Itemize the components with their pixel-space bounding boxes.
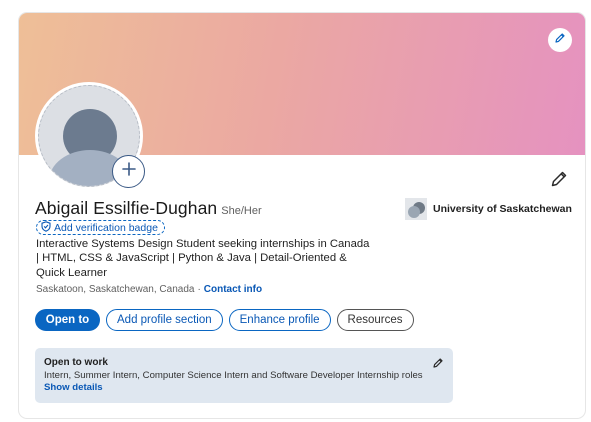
profile-headline: Interactive Systems Design Student seeki… [36,238,370,279]
separator: · [197,284,201,295]
edit-open-to-work-button[interactable] [432,356,444,368]
open-to-work-card[interactable]: Open to work Intern, Summer Intern, Comp… [35,348,453,403]
open-to-button[interactable]: Open to [35,309,100,331]
location-text: Saskatoon, Saskatchewan, Canada [36,284,195,295]
open-to-work-roles: Intern, Summer Intern, Computer Science … [44,370,423,381]
add-photo-button[interactable] [112,155,145,188]
resources-button[interactable]: Resources [336,309,414,331]
contact-info-link[interactable]: Contact info [204,284,262,295]
verification-badge-label: Add verification badge [54,221,158,234]
edit-intro-button[interactable] [549,169,569,189]
pencil-icon [549,171,569,193]
location-row: Saskatoon, Saskatchewan, Canada · Contact … [36,284,262,295]
profile-name: Abigail Essilfie-Dughan [35,198,218,218]
profile-actions: Open to Add profile section Enhance prof… [35,309,420,331]
shield-check-icon [41,220,54,235]
pencil-icon [554,31,566,49]
pronouns: She/Her [221,205,262,217]
open-to-work-title: Open to work [44,357,108,368]
school-logo [405,198,427,220]
name-row: Abigail Essilfie-Dughan She/Her [35,198,262,219]
pencil-icon [432,356,444,373]
cover-edit-button[interactable] [548,28,572,52]
profile-card: Abigail Essilfie-Dughan She/Her Add veri… [19,13,585,418]
show-details-link[interactable]: Show details [44,382,103,393]
enhance-profile-button[interactable]: Enhance profile [228,309,331,331]
education-link[interactable]: University of Saskatchewan [405,198,572,220]
add-verification-badge-button[interactable]: Add verification badge [36,220,165,235]
add-profile-section-button[interactable]: Add profile section [106,309,223,331]
plus-icon [121,161,137,182]
education-name: University of Saskatchewan [433,203,572,215]
